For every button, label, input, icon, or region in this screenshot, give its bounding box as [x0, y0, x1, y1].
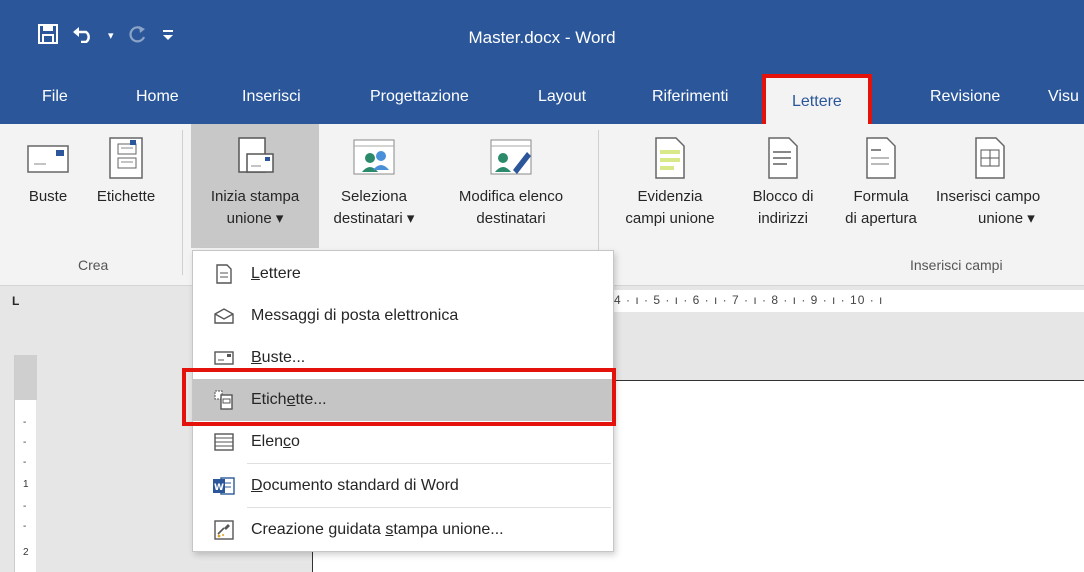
start-mail-merge-icon	[233, 136, 277, 180]
highlight-box	[182, 368, 616, 426]
menu-item-label: Documento standard di Word	[251, 477, 459, 494]
modifica-label-2: destinatari	[476, 210, 546, 227]
inizia-stampa-unione-button[interactable]: Inizia stampa unione ▾	[191, 136, 319, 230]
tab-revisione[interactable]: Revisione	[930, 88, 1000, 106]
inserisci-label-2: unione ▾	[978, 210, 1035, 227]
blocco-label-1: Blocco di	[752, 188, 814, 205]
envelope-icon	[26, 136, 70, 180]
evidenzia-label-1: Evidenzia	[637, 188, 703, 205]
menu-item-label: Buste...	[251, 349, 306, 366]
etichette-label: Etichette	[96, 188, 156, 205]
ruler-tick: -	[23, 457, 27, 468]
word-document-icon: W	[211, 475, 237, 497]
menu-item-elenco[interactable]: Elenco	[193, 421, 613, 463]
tab-riferimenti[interactable]: Riferimenti	[652, 88, 728, 106]
menu-item-label: Creazione guidata stampa unione...	[251, 521, 504, 538]
envelope-icon	[211, 347, 237, 369]
seleziona-label-2: destinatari ▾	[333, 210, 415, 227]
tab-file[interactable]: File	[42, 88, 68, 106]
evidenzia-campi-unione-button[interactable]: Evidenzia campi unione	[604, 136, 736, 230]
menu-item-messaggi-posta[interactable]: Messaggi di posta elettronica	[193, 295, 613, 337]
tab-inserisci[interactable]: Inserisci	[242, 88, 301, 106]
letter-icon	[211, 263, 237, 285]
menu-item-documento-standard[interactable]: W Documento standard di Word	[193, 465, 613, 507]
inizia-label-2: unione ▾	[226, 210, 284, 227]
formula-apertura-button[interactable]: Formula di apertura	[832, 136, 930, 230]
greeting-line-icon	[859, 136, 903, 180]
buste-button[interactable]: Buste	[18, 136, 78, 208]
evidenzia-label-2: campi unione	[625, 210, 715, 227]
tab-visualizza[interactable]: Visu	[1048, 88, 1079, 106]
buste-label: Buste	[28, 188, 68, 205]
tab-home[interactable]: Home	[136, 88, 179, 106]
ribbon-tabs: File Home Inserisci Progettazione Layout…	[0, 74, 1084, 124]
menu-item-label: Messaggi di posta elettronica	[251, 307, 459, 324]
tab-lettere[interactable]: Lettere	[762, 74, 872, 124]
ruler-corner-tab-selector[interactable]: L	[0, 286, 38, 316]
tab-layout[interactable]: Layout	[538, 88, 586, 106]
modifica-label-1: Modifica elenco	[458, 188, 564, 205]
blocco-label-2: indirizzi	[757, 210, 808, 227]
menu-item-creazione-guidata[interactable]: Creazione guidata stampa unione...	[193, 509, 613, 551]
ruler-tick: -	[23, 501, 27, 512]
ruler-tick: -	[23, 521, 27, 532]
vertical-ruler[interactable]: - - - 1 - - 2	[14, 355, 37, 572]
ruler-tick: -	[23, 417, 27, 428]
highlight-fields-icon	[648, 136, 692, 180]
edit-recipient-list-icon	[489, 136, 533, 180]
tab-progettazione[interactable]: Progettazione	[370, 88, 469, 106]
ruler-tick: 2	[23, 547, 29, 558]
address-block-icon	[761, 136, 805, 180]
window-title: Master.docx - Word	[468, 28, 616, 47]
inserisci-label-1: Inserisci campo	[936, 188, 1041, 205]
title-bar: ▾ Master.docx - Word	[0, 0, 1084, 74]
ruler-tick: 1	[23, 479, 29, 490]
menu-item-label: Lettere	[251, 265, 301, 282]
seleziona-destinatari-button[interactable]: Seleziona destinatari ▾	[322, 136, 426, 230]
directory-list-icon	[211, 431, 237, 453]
wizard-icon	[211, 519, 237, 541]
email-icon	[211, 305, 237, 327]
etichette-button[interactable]: Etichette	[84, 136, 168, 208]
menu-item-lettere[interactable]: Lettere	[193, 253, 613, 295]
group-label-crea: Crea	[78, 257, 109, 273]
ruler-tick: -	[23, 437, 27, 448]
modifica-elenco-destinatari-button[interactable]: Modifica elenco destinatari	[434, 136, 588, 230]
insert-merge-field-icon	[968, 136, 1012, 180]
vertical-ruler-margin	[15, 355, 37, 400]
menu-item-label: Elenco	[251, 433, 300, 450]
labels-icon	[104, 136, 148, 180]
svg-text:W: W	[214, 483, 224, 493]
formula-label-1: Formula	[853, 188, 909, 205]
menu-divider	[247, 507, 611, 508]
formula-label-2: di apertura	[845, 210, 917, 227]
select-recipients-icon	[352, 136, 396, 180]
group-label-inserisci-campi: Inserisci campi	[910, 257, 1003, 273]
menu-divider	[247, 463, 611, 464]
horizontal-ruler[interactable]: 4 · ı · 5 · ı · 6 · ı · 7 · ı · 8 · ı · …	[612, 290, 1084, 312]
inserisci-campo-unione-button[interactable]: Inserisci campo unione ▾	[936, 136, 1084, 230]
group-separator	[182, 130, 183, 275]
seleziona-label-1: Seleziona	[341, 188, 407, 205]
blocco-indirizzi-button[interactable]: Blocco di indirizzi	[740, 136, 826, 230]
inizia-label-1: Inizia stampa	[210, 188, 300, 205]
